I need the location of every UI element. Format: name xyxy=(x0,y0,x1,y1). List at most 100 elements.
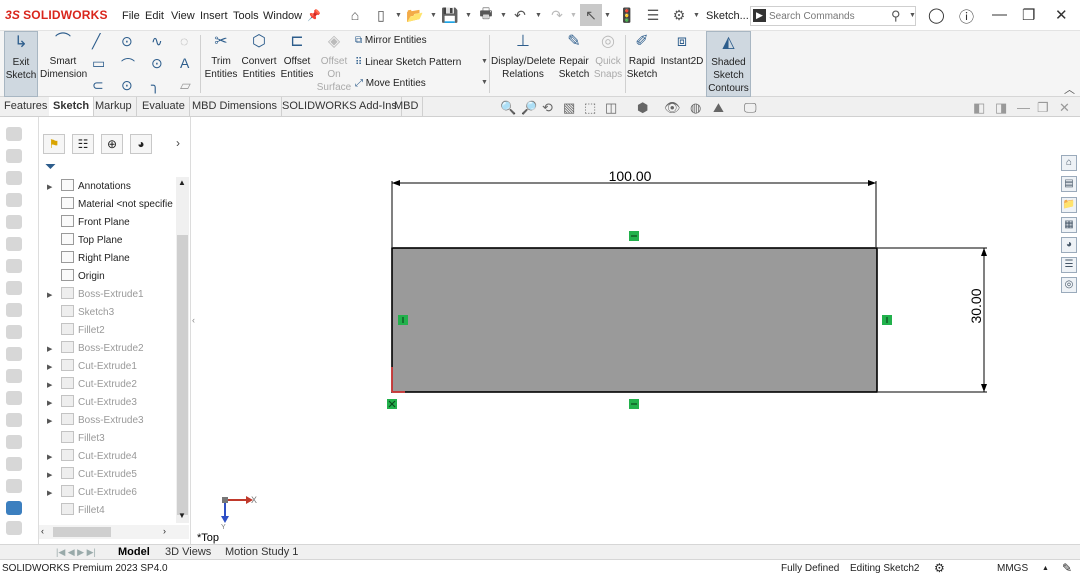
rapid-sketch-button[interactable]: ✐ Rapid Sketch xyxy=(626,31,658,97)
property-manager-tab-icon[interactable]: ☷ xyxy=(72,134,94,154)
tree-item[interactable]: Right Plane xyxy=(61,250,130,268)
tab-features[interactable]: Features xyxy=(0,97,53,116)
height-dimension-value[interactable]: 30.00 xyxy=(968,288,984,323)
convert-entities-button[interactable]: ⬡ Convert Entities xyxy=(240,31,278,97)
scroll-up-icon[interactable]: ▲ xyxy=(178,178,186,187)
tool-icon[interactable] xyxy=(6,215,22,229)
move-entities-button[interactable]: ⤢ Move Entities xyxy=(355,78,426,89)
tree-item[interactable]: Front Plane xyxy=(61,214,130,232)
tool-icon[interactable] xyxy=(6,521,22,535)
shaded-sketch-contours-button[interactable]: ◭ Shaded Sketch Contours xyxy=(706,31,751,97)
offset-entities-button[interactable]: ⊏ Offset Entities xyxy=(279,31,315,97)
tool-icon[interactable] xyxy=(6,391,22,405)
tool-icon[interactable] xyxy=(6,303,22,317)
tab-markup[interactable]: Markup xyxy=(91,97,137,116)
tree-item[interactable]: Fillet3 xyxy=(61,430,105,448)
display-style-icon[interactable]: ⬢ xyxy=(637,100,648,116)
mirror-entities-button[interactable]: ⧉ Mirror Entities xyxy=(355,35,427,46)
panel-expand-icon[interactable]: › xyxy=(176,136,180,150)
save-dropdown-icon[interactable]: ▼ xyxy=(465,12,472,19)
previous-view-icon[interactable]: ⟲ xyxy=(542,100,553,116)
file-properties-icon[interactable]: ☰ xyxy=(644,6,662,24)
menu-insert[interactable]: Insert xyxy=(200,10,228,22)
linear-sketch-pattern-button[interactable]: ⠿ Linear Sketch Pattern xyxy=(355,57,461,68)
tool-icon[interactable] xyxy=(6,259,22,273)
viewport-restore-icon[interactable]: ❐ xyxy=(1037,100,1049,116)
tree-item[interactable]: Fillet2 xyxy=(61,322,105,340)
expand-arrow-icon[interactable]: ▶ xyxy=(47,471,52,479)
smart-dimension-button[interactable]: ⌒ Smart Dimension xyxy=(40,31,87,97)
tab-evaluate[interactable]: Evaluate xyxy=(138,97,190,116)
scroll-right-icon[interactable]: › xyxy=(163,526,166,536)
display-manager-tab-icon[interactable]: ◕ xyxy=(130,134,152,154)
offset-on-surface-button[interactable]: ◈ Offset On Surface xyxy=(316,31,352,97)
tree-horizontal-scrollbar[interactable]: ‹ › xyxy=(39,525,189,539)
select-dropdown-icon[interactable]: ▼ xyxy=(604,12,611,19)
solidworks-logo[interactable]: 3S SOLIDWORKS xyxy=(5,8,108,22)
width-dimension-value[interactable]: 100.00 xyxy=(609,168,652,184)
tab-mbd-dimensions[interactable]: MBD Dimensions xyxy=(188,97,282,116)
polygon-icon[interactable]: ⊙ xyxy=(121,77,133,94)
tree-item[interactable]: Material <not specifie xyxy=(61,196,173,214)
options-dropdown-icon[interactable]: ▼ xyxy=(693,12,700,19)
tree-item[interactable]: Cut-Extrude3 xyxy=(61,394,137,412)
tool-icon[interactable] xyxy=(6,413,22,427)
open-dropdown-icon[interactable]: ▼ xyxy=(430,12,437,19)
viewport-link-icon[interactable]: ◨ xyxy=(995,100,1007,116)
move-dropdown-icon[interactable]: ▼ xyxy=(481,79,488,86)
repair-sketch-button[interactable]: ✎ Repair Sketch xyxy=(557,31,591,97)
tab-solidworks-add-ins[interactable]: SOLIDWORKS Add-Ins xyxy=(278,97,402,116)
plane-icon[interactable]: ▱ xyxy=(180,77,191,94)
tree-item[interactable]: Boss-Extrude3 xyxy=(61,412,144,430)
scroll-down-icon[interactable]: ▼ xyxy=(178,511,186,520)
scroll-left-icon[interactable]: ‹ xyxy=(41,526,44,536)
tree-item[interactable]: Fillet4 xyxy=(61,502,105,520)
instant2d-button[interactable]: ⧈ Instant2D xyxy=(660,31,704,97)
trim-entities-button[interactable]: ✂ Trim Entities xyxy=(203,31,239,97)
minimize-icon[interactable]: — xyxy=(992,6,1007,23)
appearances-icon[interactable]: ◕ xyxy=(1061,237,1077,253)
expand-arrow-icon[interactable]: ▶ xyxy=(47,291,52,299)
exit-sketch-button[interactable]: ↳ Exit Sketch xyxy=(4,31,38,97)
print-dropdown-icon[interactable]: ▼ xyxy=(500,12,507,19)
tab-mbd[interactable]: MBD xyxy=(390,97,424,116)
user-icon[interactable]: ◯ xyxy=(928,6,945,24)
tree-item[interactable]: Top Plane xyxy=(61,232,122,250)
text-icon[interactable]: A xyxy=(180,55,189,71)
file-explorer-icon[interactable]: 📁 xyxy=(1061,197,1077,213)
tree-item[interactable]: Cut-Extrude4 xyxy=(61,448,137,466)
configuration-manager-tab-icon[interactable]: ⊕ xyxy=(101,134,123,154)
tab-motion-study-1[interactable]: Motion Study 1 xyxy=(225,545,298,560)
help-icon[interactable]: ⓘ xyxy=(959,6,974,27)
tool-icon[interactable] xyxy=(6,501,22,515)
tool-icon[interactable] xyxy=(6,237,22,251)
fillet-icon[interactable]: ╮ xyxy=(151,77,159,94)
vertical-relation-right[interactable] xyxy=(882,315,892,325)
tree-vertical-scrollbar[interactable]: ▲ ▼ xyxy=(176,177,189,523)
feature-manager-tab-icon[interactable]: ⚑ xyxy=(43,134,65,154)
search-scope-icon[interactable]: ▶ xyxy=(753,9,766,22)
restore-icon[interactable]: ❐ xyxy=(1022,6,1035,24)
rebuild-status-icon[interactable]: ⚙ xyxy=(934,560,945,577)
slot-icon[interactable]: ⊂ xyxy=(92,77,104,94)
tool-icon[interactable] xyxy=(6,171,22,185)
rebuild-icon[interactable]: 🚦 xyxy=(618,6,636,24)
collapse-ribbon-icon[interactable]: ︿ xyxy=(1064,81,1075,97)
menu-file[interactable]: File xyxy=(122,10,140,22)
search-commands[interactable]: ▶ Search Commands ⚲ xyxy=(750,6,916,26)
panel-collapse-handle[interactable]: ‹ xyxy=(192,315,195,325)
options-gear-icon[interactable]: ⚙ xyxy=(670,6,688,24)
open-icon[interactable]: 📂 xyxy=(406,6,424,24)
coincident-relation-origin[interactable] xyxy=(387,399,397,409)
tree-item[interactable]: Cut-Extrude2 xyxy=(61,376,137,394)
menu-window[interactable]: Window xyxy=(263,10,302,22)
dynamic-annotation-icon[interactable]: ⬚ xyxy=(584,100,596,116)
quick-snaps-button[interactable]: ◎ Quick Snaps xyxy=(592,31,624,97)
tree-item[interactable]: Origin xyxy=(61,268,105,286)
tool-icon[interactable] xyxy=(6,347,22,361)
viewport-minimize-icon[interactable]: — xyxy=(1017,100,1030,115)
status-options-icon[interactable]: ✎ xyxy=(1062,560,1072,577)
expand-arrow-icon[interactable]: ▶ xyxy=(47,417,52,425)
expand-arrow-icon[interactable]: ▶ xyxy=(47,399,52,407)
horizontal-relation-bottom[interactable] xyxy=(629,399,639,409)
